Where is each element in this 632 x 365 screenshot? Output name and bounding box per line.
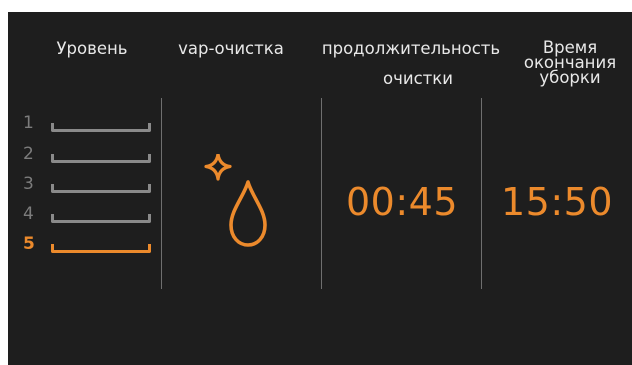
- level-number: 2: [23, 144, 34, 164]
- level-option-3[interactable]: 3: [23, 172, 151, 198]
- level-bar-icon: [51, 123, 151, 132]
- level-bar-icon: [51, 154, 151, 163]
- duration-header: продолжительность очистки: [300, 40, 522, 88]
- level-option-2[interactable]: 2: [23, 142, 151, 168]
- vap-cleaning-header: vap-очистка: [178, 39, 284, 58]
- level-number: 4: [23, 204, 34, 224]
- level-bar-icon: [51, 214, 151, 223]
- column-divider: [161, 98, 162, 289]
- level-bar-icon: [51, 244, 151, 253]
- level-bar-icon: [51, 184, 151, 193]
- cleaning-end-time-value: 15:50: [500, 180, 613, 224]
- duration-header-line2: очистки: [383, 69, 453, 88]
- end-time-header-line3: уборки: [539, 68, 601, 87]
- level-option-1[interactable]: 1: [23, 111, 151, 137]
- sparkle-water-drop-icon: [204, 154, 267, 247]
- cleaning-status-screen: Уровень vap-очистка продолжительность оч…: [8, 12, 632, 365]
- level-option-4[interactable]: 4: [23, 202, 151, 228]
- end-time-header: Время окончания уборки: [513, 39, 627, 87]
- cleaning-duration-value: 00:45: [345, 180, 458, 224]
- level-number: 5: [23, 234, 35, 254]
- level-option-5[interactable]: 5: [23, 232, 151, 258]
- level-number: 3: [23, 174, 34, 194]
- duration-header-line1: продолжительность: [321, 39, 501, 58]
- level-header: Уровень: [56, 39, 128, 58]
- level-number: 1: [23, 113, 34, 133]
